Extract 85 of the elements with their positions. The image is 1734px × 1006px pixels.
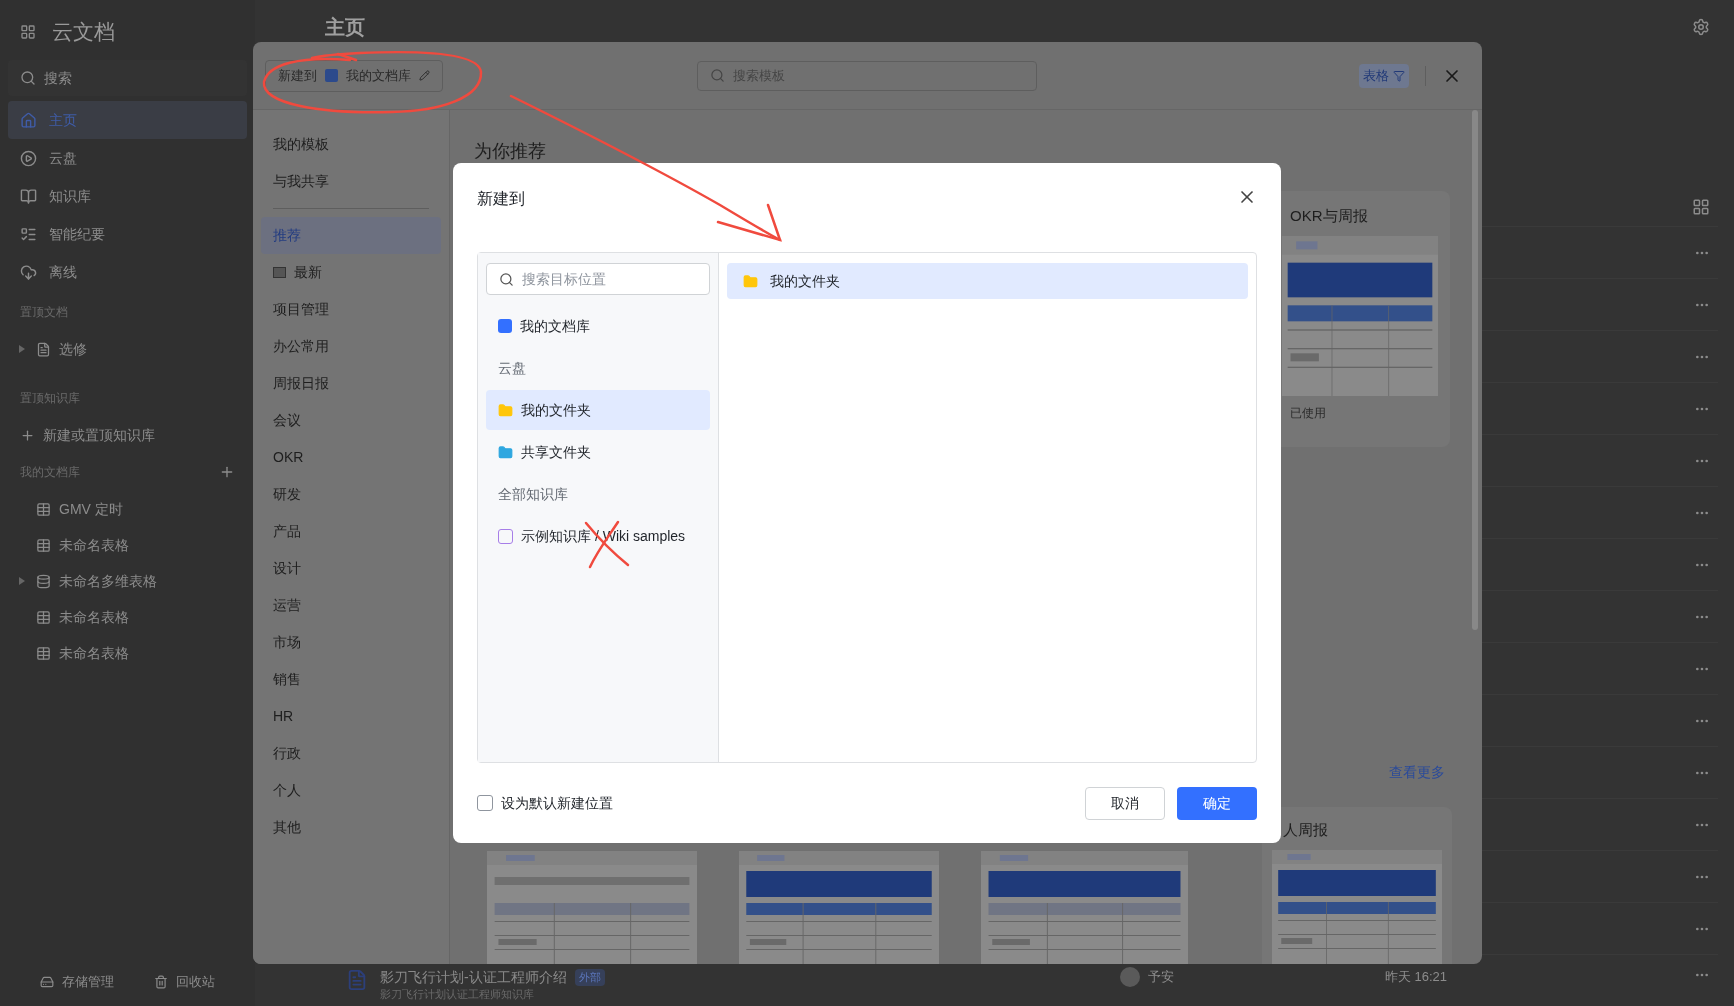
nav-icon	[20, 187, 37, 205]
location-group-label: 全部知识库	[497, 484, 569, 504]
category-item[interactable]: 推荐	[261, 217, 441, 254]
folder-icon	[498, 402, 513, 418]
add-icon[interactable]	[219, 464, 235, 480]
grid-view-icon[interactable]	[1692, 198, 1710, 216]
storage-icon	[40, 975, 54, 989]
category-item[interactable]: 周报日报	[261, 365, 441, 402]
table-icon	[36, 609, 51, 625]
owner-name: 予安	[1148, 968, 1174, 987]
category-item[interactable]: 项目管理	[261, 291, 441, 328]
nav-item[interactable]: 知识库	[8, 177, 247, 215]
category-item[interactable]: 市场	[261, 624, 441, 661]
category-item[interactable]: 研发	[261, 476, 441, 513]
edit-icon	[419, 70, 430, 81]
caret-icon[interactable]	[19, 345, 25, 353]
checkbox-label: 设为默认新建位置	[501, 793, 613, 813]
category-item[interactable]: 设计	[261, 550, 441, 587]
category-item[interactable]: HR	[261, 698, 441, 735]
page-title: 主页	[325, 15, 365, 40]
template-group[interactable]: 我的模板	[261, 126, 441, 163]
doc-item[interactable]: 未命名表格	[8, 527, 247, 563]
category-item[interactable]: OKR	[261, 439, 441, 476]
document-icon	[36, 341, 51, 357]
category-item[interactable]: 会议	[261, 402, 441, 439]
search-icon	[710, 68, 725, 83]
location-chip[interactable]: 新建到 我的文档库	[265, 59, 443, 92]
category-item[interactable]: 个人	[261, 772, 441, 809]
section-title: 为你推荐	[474, 140, 547, 163]
location-search-field[interactable]: 搜索目标位置	[486, 263, 710, 295]
nav-icon	[20, 149, 37, 167]
footer-link[interactable]: 回收站	[154, 972, 215, 992]
folder-icon	[743, 273, 758, 289]
app-title: 云文档	[52, 19, 115, 46]
doc-item[interactable]: 未命名多维表格	[8, 563, 247, 599]
confirm-button[interactable]: 确定	[1177, 786, 1257, 820]
doc-item[interactable]: 未命名表格	[8, 599, 247, 635]
nav-icon	[20, 225, 37, 243]
table-icon	[36, 645, 51, 661]
location-item[interactable]: 共享文件夹	[486, 432, 710, 472]
caret-icon[interactable]	[19, 577, 25, 585]
used-status: 已使用	[1289, 404, 1327, 422]
location-item[interactable]: 我的文档库	[486, 306, 710, 346]
search-icon	[499, 271, 514, 287]
database-icon	[36, 573, 51, 589]
dialog-title: 新建到	[477, 189, 525, 209]
add-wiki-link[interactable]: 新建或置顶知识库	[8, 417, 247, 453]
table-icon	[36, 537, 51, 553]
cancel-button[interactable]: 取消	[1085, 786, 1165, 820]
location-item[interactable]: 我的文件夹	[486, 390, 710, 430]
filter-icon	[1393, 69, 1405, 82]
search-icon	[20, 70, 36, 86]
nav-icon	[20, 111, 37, 129]
category-item[interactable]: 行政	[261, 735, 441, 772]
doc-item[interactable]: 未命名表格	[8, 635, 247, 671]
doc-item[interactable]: GMV 定时	[8, 491, 247, 527]
doc-item[interactable]: 选修	[8, 331, 247, 367]
nav-item[interactable]: 智能纪要	[8, 215, 247, 253]
footer-link[interactable]: 存储管理	[40, 972, 114, 992]
category-item[interactable]: 最新	[261, 254, 441, 291]
category-item[interactable]: 运营	[261, 587, 441, 624]
nav-item[interactable]: 离线	[8, 253, 247, 291]
external-tag: 外部	[574, 969, 605, 986]
default-checkbox[interactable]	[477, 795, 493, 811]
document-icon	[346, 969, 368, 991]
category-item[interactable]: 办公常用	[261, 328, 441, 365]
sidebar-toggle-icon[interactable]	[20, 24, 36, 40]
nav-icon	[20, 263, 37, 281]
category-item[interactable]: 其他	[261, 809, 441, 846]
modified-time: 昨天 16:21	[1384, 968, 1447, 986]
folder-row[interactable]: 我的文件夹	[727, 263, 1248, 299]
template-card[interactable]: 人周报	[1262, 807, 1452, 964]
settings-icon[interactable]	[1692, 18, 1710, 36]
category-item[interactable]: 销售	[261, 661, 441, 698]
trash-icon	[154, 975, 168, 989]
avatar	[1120, 967, 1140, 987]
filter-button[interactable]: 表格	[1359, 63, 1409, 88]
nav-item[interactable]: 云盘	[8, 139, 247, 177]
template-group[interactable]: 与我共享	[261, 163, 441, 200]
document-title[interactable]: 影刀飞行计划-认证工程师介绍	[380, 967, 567, 988]
category-item[interactable]: 产品	[261, 513, 441, 550]
location-group-label: 云盘	[497, 358, 527, 378]
plus-icon	[20, 427, 35, 443]
shared-folder-icon	[498, 444, 513, 460]
table-icon	[36, 501, 51, 517]
